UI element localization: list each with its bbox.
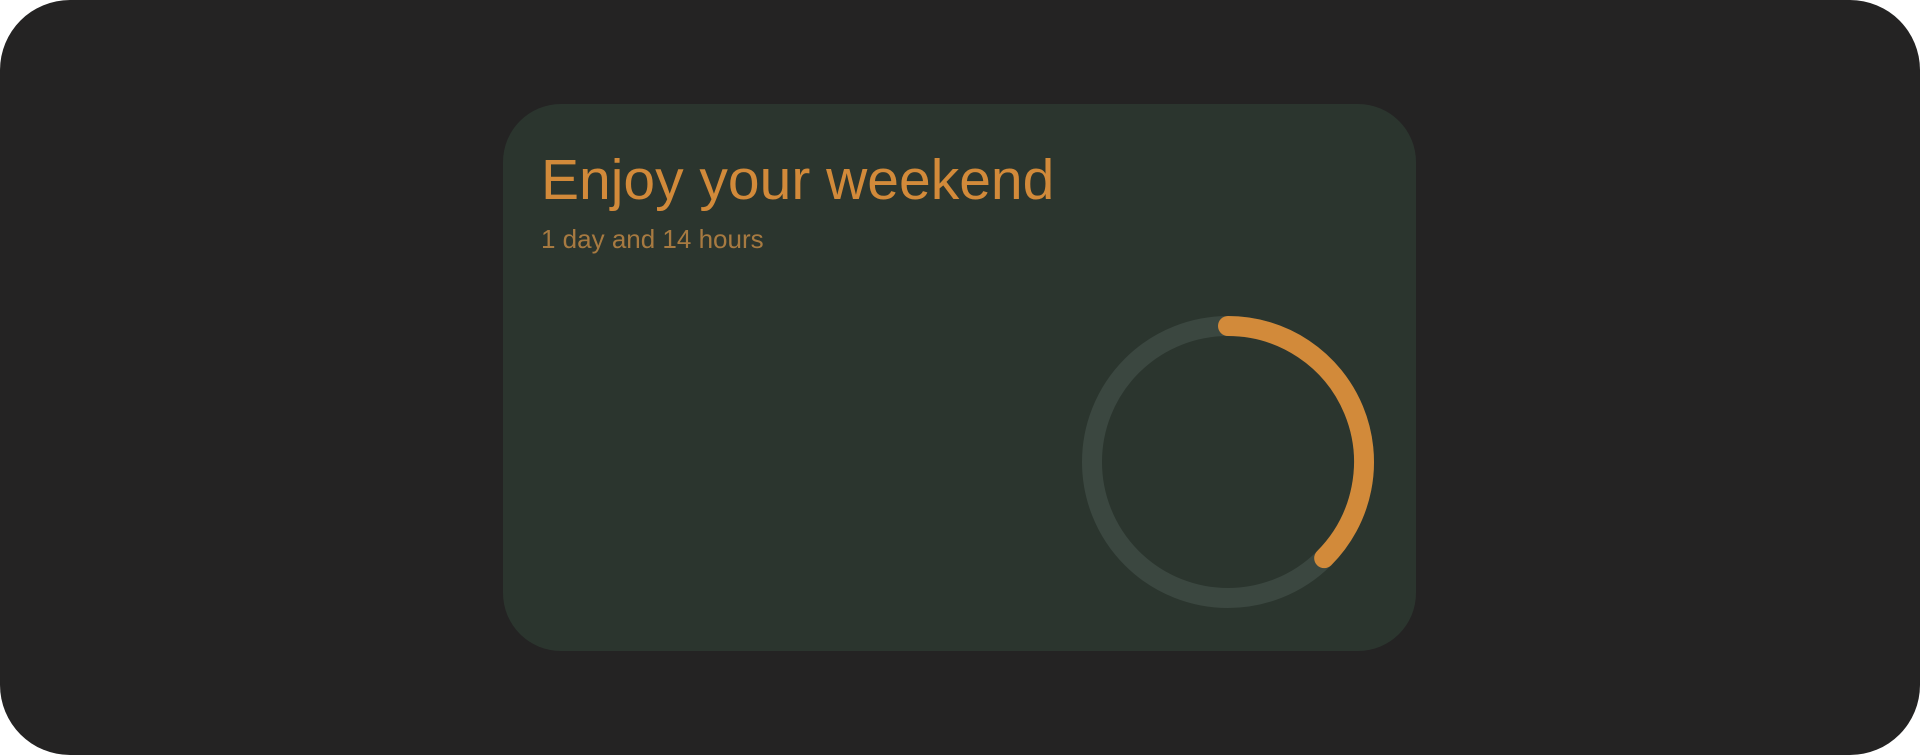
weekend-countdown-card[interactable]: Enjoy your weekend 1 day and 14 hours	[503, 104, 1416, 651]
widget-frame: Enjoy your weekend 1 day and 14 hours	[0, 0, 1920, 755]
time-remaining-label: 1 day and 14 hours	[541, 224, 764, 254]
progress-ring	[1082, 316, 1374, 608]
progress-ring-arc	[1218, 316, 1374, 569]
widget-title: Enjoy your weekend	[541, 148, 1055, 212]
